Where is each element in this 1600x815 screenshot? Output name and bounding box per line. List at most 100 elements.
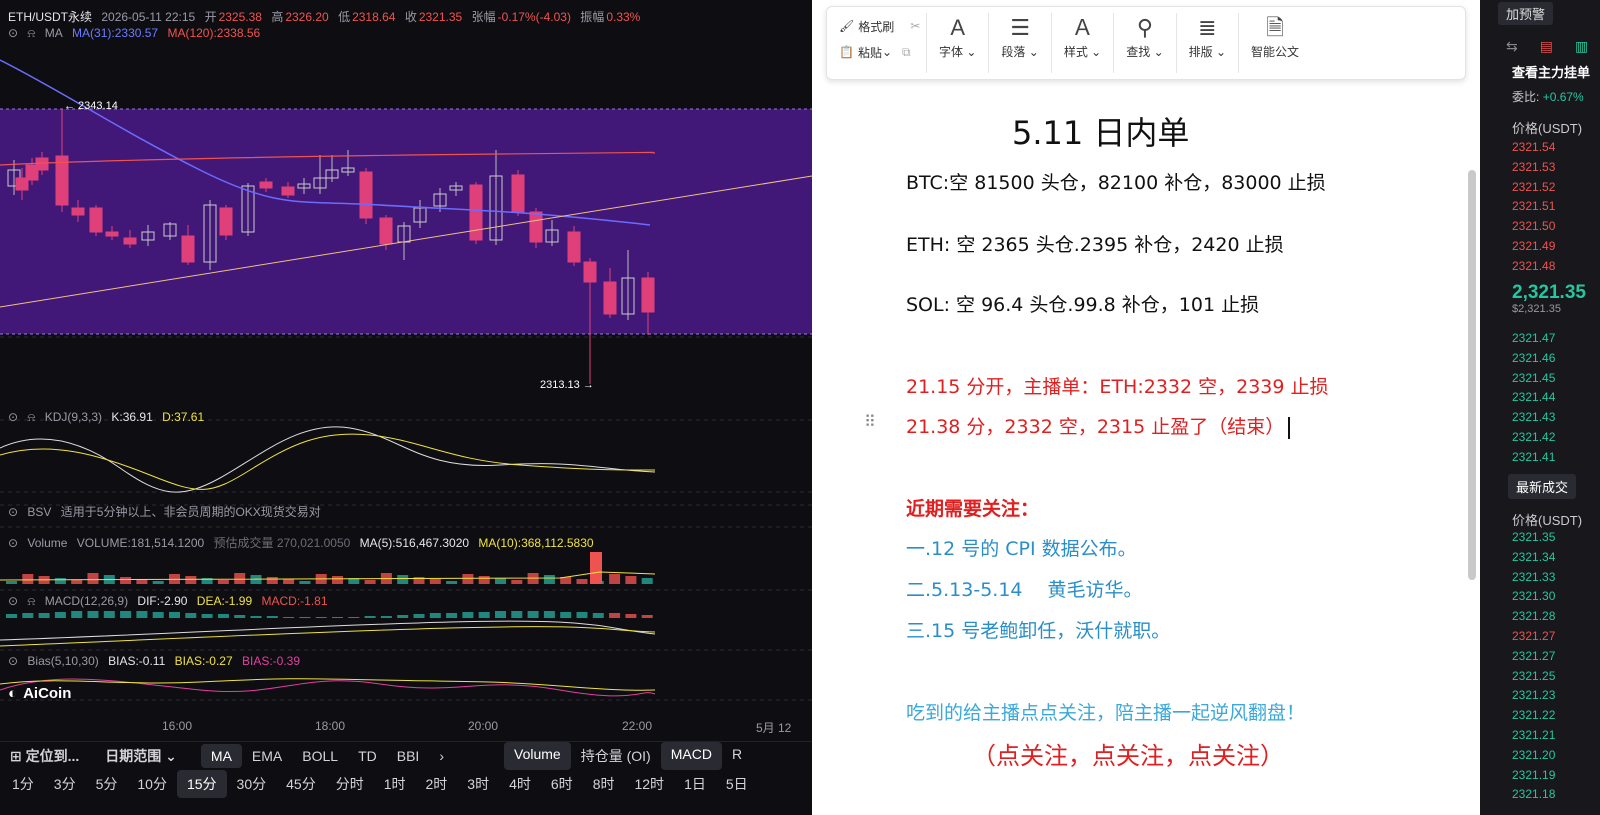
doc-focus-3[interactable]: 三.15 号老鲍卸任，沃什就职。 xyxy=(906,616,1170,643)
high-marker: ← 2343.14 xyxy=(64,100,118,112)
ma-collapse-icon[interactable]: ⊙ xyxy=(8,26,18,40)
period-tab[interactable]: 5分 xyxy=(86,770,128,798)
period-tab[interactable]: 12时 xyxy=(624,770,674,798)
time-axis-label: 20:00 xyxy=(468,719,499,733)
period-tab[interactable]: 45分 xyxy=(276,770,326,798)
ask-row[interactable]: 2321.49 xyxy=(1512,239,1555,253)
period-tab[interactable]: 15分 xyxy=(176,770,227,798)
kdj-legend[interactable]: ⊙ ⍾ KDJ(9,3,3) K:36.91 D:37.61 xyxy=(8,410,210,425)
doc-red-line-2[interactable]: 21.38 分，2332 空，2315 止盈了（结束） xyxy=(906,412,1291,439)
doc-scrollbar[interactable] xyxy=(1468,170,1476,580)
ask-row[interactable]: 2321.54 xyxy=(1512,140,1555,154)
ask-row[interactable]: 2321.48 xyxy=(1512,259,1555,273)
bid-row[interactable]: 2321.46 xyxy=(1512,351,1555,365)
indicator-tabs: MA EMA BOLL TD BBI xyxy=(200,743,430,768)
doc-focus-title[interactable]: 近期需要关注： xyxy=(906,494,1039,521)
doc-call-text[interactable]: 吃到的给主播点点关注，陪主播一起逆风翻盘！ xyxy=(906,698,1305,725)
candle-body xyxy=(105,231,119,237)
period-tab[interactable]: 分时 xyxy=(326,770,374,798)
doc-title[interactable]: 5.11 日内单 xyxy=(1012,108,1189,154)
indicator-tab[interactable]: BBI xyxy=(387,744,430,768)
period-tab[interactable]: 10分 xyxy=(127,770,177,798)
bid-row[interactable]: 2321.44 xyxy=(1512,390,1555,404)
period-tab[interactable]: 2时 xyxy=(416,770,458,798)
bid-row[interactable]: 2321.41 xyxy=(1512,450,1555,464)
document-editor[interactable]: 🖌 格式刷 ✂ 📋 粘贴 ⌄ ⧉ A 字体 ⌄ ☰ 段落 ⌄ Ａ 样式 ⌄ ⚲ 查找 ⌄ ≣ 排版… xyxy=(812,0,1480,815)
bid-row[interactable]: 2321.42 xyxy=(1512,430,1555,444)
macd-bell-icon[interactable]: ⍾ xyxy=(27,594,35,608)
ma-bell-icon[interactable]: ⍾ xyxy=(27,26,35,40)
indicator-tab[interactable]: TD xyxy=(348,744,387,768)
bid-row[interactable]: 2321.45 xyxy=(1512,371,1555,385)
doc-focus-2[interactable]: 二.5.13-5.14 黄毛访华。 xyxy=(906,575,1143,602)
doc-red-line-1[interactable]: 21.15 分开，主播单：ETH:2332 空，2339 止损 xyxy=(906,372,1329,399)
candle-body xyxy=(379,217,393,245)
bias-legend[interactable]: ⊙ Bias(5,10,30) BIAS:-0.11 BIAS:-0.27 BI… xyxy=(8,654,306,668)
ask-row[interactable]: 2321.50 xyxy=(1512,219,1555,233)
add-alert-button[interactable]: 加预警 xyxy=(1498,2,1554,25)
document-page[interactable]: 5.11 日内单 BTC:空 81500 头仓，82100 补仓，83000 止… xyxy=(812,0,1480,815)
period-tab[interactable]: 8时 xyxy=(583,770,625,798)
drag-handle-icon[interactable]: ⠿ xyxy=(864,412,876,431)
kdj-bell-icon[interactable]: ⍾ xyxy=(27,410,35,424)
book-view-icon-2[interactable]: ▤ xyxy=(1540,38,1553,55)
period-tab[interactable]: 1日 xyxy=(674,770,716,798)
period-tab[interactable]: 5日 xyxy=(716,770,758,798)
bid-row[interactable]: 2321.47 xyxy=(1512,331,1555,345)
book-view-icon-1[interactable]: ⇆ xyxy=(1506,38,1518,55)
trade-row: 2321.30 xyxy=(1512,589,1556,604)
doc-line-btc[interactable]: BTC:空 81500 头仓，82100 补仓，83000 止损 xyxy=(906,168,1326,195)
period-tab[interactable]: 3分 xyxy=(44,770,86,798)
volume-legend[interactable]: ⊙ Volume VOLUME:181,514.1200 预估成交量 270,0… xyxy=(8,534,600,551)
doc-call-text-2[interactable]: （点关注，点关注，点关注） xyxy=(972,736,1284,771)
period-tab[interactable]: 30分 xyxy=(227,770,277,798)
heavy-orders-title[interactable]: 查看主力挂单 xyxy=(1512,62,1590,81)
more-indicators-button[interactable]: › xyxy=(429,744,454,768)
macd-bar xyxy=(22,613,34,618)
period-tab[interactable]: 3时 xyxy=(457,770,499,798)
kline-chart-canvas[interactable] xyxy=(0,0,812,815)
kdj-label: KDJ(9,3,3) xyxy=(44,410,103,424)
macd-bar xyxy=(380,616,392,618)
ma-legend[interactable]: ⊙ ⍾ MA MA(31):2330.57 MA(120):2338.56 xyxy=(8,26,266,41)
volume-bar xyxy=(446,581,458,584)
bid-row[interactable]: 2321.43 xyxy=(1512,410,1555,424)
macd-legend[interactable]: ⊙ ⍾ MACD(12,26,9) DIF:-2.90 DEA:-1.99 MA… xyxy=(8,594,334,609)
locate-button[interactable]: ⊞ 定位到... xyxy=(0,742,89,770)
volume-collapse-icon[interactable]: ⊙ xyxy=(8,536,18,550)
period-tab[interactable]: 4时 xyxy=(499,770,541,798)
ask-row[interactable]: 2321.51 xyxy=(1512,199,1555,213)
book-view-icon-3[interactable]: ▥ xyxy=(1575,38,1588,55)
doc-focus-1[interactable]: 一.12 号的 CPI 数据公布。 xyxy=(906,534,1137,561)
sub-indicator-tab[interactable]: 持仓量 (OI) xyxy=(571,742,661,770)
bsv-collapse-icon[interactable]: ⊙ xyxy=(8,505,18,519)
period-tab[interactable]: 1时 xyxy=(374,770,416,798)
period-tab[interactable]: 6时 xyxy=(541,770,583,798)
sub-indicator-tab[interactable]: R xyxy=(722,742,752,770)
indicator-tab[interactable]: BOLL xyxy=(292,744,348,768)
candle-body xyxy=(359,171,373,219)
bias-collapse-icon[interactable]: ⊙ xyxy=(8,654,18,668)
bias-1: BIAS:-0.11 xyxy=(108,654,166,668)
ask-row[interactable]: 2321.53 xyxy=(1512,160,1555,174)
sub-indicator-tab[interactable]: MACD xyxy=(660,741,722,770)
sub-indicator-tab[interactable]: Volume xyxy=(504,741,571,770)
kdj-k-line xyxy=(0,426,656,493)
kdj-collapse-icon[interactable]: ⊙ xyxy=(8,410,18,424)
indicator-tab[interactable]: EMA xyxy=(242,744,292,768)
kline-chart-panel[interactable]: ETH/USDT永续 2026-05-11 22:15 开 2325.38 高 23… xyxy=(0,0,812,815)
tab-latest-trades[interactable]: 最新成交 xyxy=(1508,474,1577,499)
indicator-tab[interactable]: MA xyxy=(200,743,242,768)
bsv-legend[interactable]: ⊙ BSV 适用于5分钟以上、非会员周期的OKX现货交易对 xyxy=(8,503,327,520)
doc-line-eth[interactable]: ETH: 空 2365 头仓.2395 补仓，2420 止损 xyxy=(906,230,1284,257)
trade-row: 2321.21 xyxy=(1512,728,1556,742)
volume-bar xyxy=(54,578,66,584)
time-axis-label: 18:00 xyxy=(315,719,346,733)
locate-icon: ⊞ xyxy=(10,747,26,764)
period-tab[interactable]: 1分 xyxy=(2,770,44,798)
doc-line-sol[interactable]: SOL: 空 96.4 头仓.99.8 补仓，101 止损 xyxy=(906,290,1259,317)
macd-collapse-icon[interactable]: ⊙ xyxy=(8,594,18,608)
ask-row[interactable]: 2321.52 xyxy=(1512,180,1555,194)
date-range-button[interactable]: 日期范围 ⌄ xyxy=(95,742,187,770)
trade-row: 2321.27 xyxy=(1512,648,1556,663)
